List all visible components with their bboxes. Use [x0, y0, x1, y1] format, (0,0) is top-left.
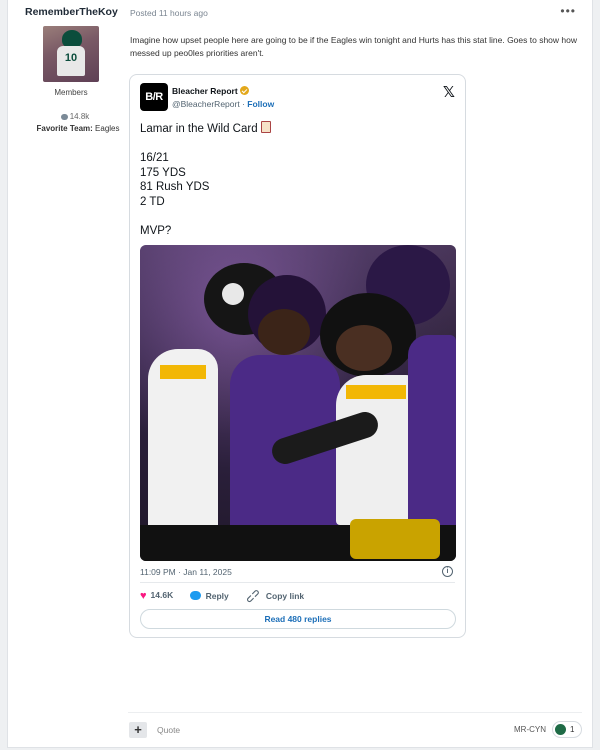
tweet-line: 175 YDS — [140, 166, 186, 179]
tweet-line: 16/21 — [140, 152, 169, 164]
multiquote-plus-button[interactable]: + — [129, 722, 147, 738]
author-avatar[interactable]: 10 — [43, 26, 99, 82]
reply-icon — [189, 591, 201, 600]
tweet-line: Lamar in the Wild Card — [140, 121, 450, 137]
tweet-timestamp[interactable]: 11:09 PM · Jan 11, 2025 — [140, 567, 232, 577]
reply-button[interactable]: Reply — [189, 591, 229, 601]
tweet-line: 81 Rush YDS — [140, 181, 210, 193]
tweet-actions: ♥ 14.6K Reply ⊂⊃ Copy link — [140, 586, 318, 606]
author-group: Members — [54, 88, 88, 97]
tweet-handle-text[interactable]: @BleacherReport — [172, 99, 240, 109]
comment-icon — [60, 113, 68, 120]
verified-badge-icon — [239, 86, 249, 95]
heart-icon: ♥ — [140, 590, 147, 602]
divider — [128, 712, 582, 713]
post-count-value: 14.8k — [69, 112, 90, 121]
tweet-photo[interactable] — [140, 245, 456, 561]
forum-post: RememberTheKoy 10 Members 14.8k Favorite… — [7, 0, 593, 748]
tweet-text: Lamar in the Wild Card 16/21 175 YDS 81 … — [140, 121, 450, 238]
tweet-line — [140, 137, 450, 152]
post-timestamp[interactable]: Posted 11 hours ago — [130, 8, 208, 18]
author-name[interactable]: RememberTheKoy — [25, 6, 118, 18]
joker-card-icon — [260, 121, 271, 133]
tweet-account-name[interactable]: Bleacher Report — [172, 86, 249, 96]
reply-label: Reply — [205, 591, 229, 601]
post-body: Imagine how upset people here are going … — [130, 35, 577, 58]
ellipsis-icon[interactable]: ••• — [560, 4, 576, 18]
tweet-account-name-text: Bleacher Report — [172, 86, 238, 96]
tweet-line-text: Lamar in the Wild Card — [140, 123, 258, 135]
avatar-jersey-number: 10 — [64, 52, 78, 64]
x-logo-icon[interactable]: 𝕏 — [443, 83, 455, 101]
copy-link-button[interactable]: ⊂⊃ Copy link — [244, 586, 305, 606]
tweet-line: MVP? — [140, 224, 172, 237]
link-icon: ⊂⊃ — [243, 586, 264, 606]
tweet-line: 2 TD — [140, 195, 165, 208]
reaction-count: 1 — [570, 725, 575, 734]
embedded-tweet: B/R Bleacher Report @BleacherReport · Fo… — [129, 74, 466, 638]
copy-link-label: Copy link — [265, 590, 305, 601]
like-button[interactable]: ♥ 14.6K — [140, 590, 173, 602]
bleacher-report-avatar[interactable]: B/R — [140, 83, 168, 111]
thumbs-up-icon — [555, 724, 566, 735]
tweet-line — [140, 209, 450, 224]
reaction-badge[interactable]: 1 — [552, 721, 582, 738]
author-favorite-team: Favorite Team: Eagles — [8, 124, 148, 133]
info-icon[interactable]: i — [442, 566, 453, 577]
follow-button[interactable]: Follow — [247, 99, 274, 109]
favorite-team-label: Favorite Team: — [36, 124, 93, 133]
reaction-user[interactable]: MR-CYN — [514, 725, 546, 734]
like-count: 14.6K — [150, 590, 174, 600]
read-replies-button[interactable]: Read 480 replies — [140, 609, 456, 629]
author-post-count: 14.8k — [8, 112, 142, 121]
favorite-team-value: Eagles — [95, 124, 120, 133]
quote-button[interactable]: Quote — [157, 725, 180, 735]
tweet-handle: @BleacherReport · Follow — [172, 99, 274, 109]
divider — [140, 582, 455, 583]
